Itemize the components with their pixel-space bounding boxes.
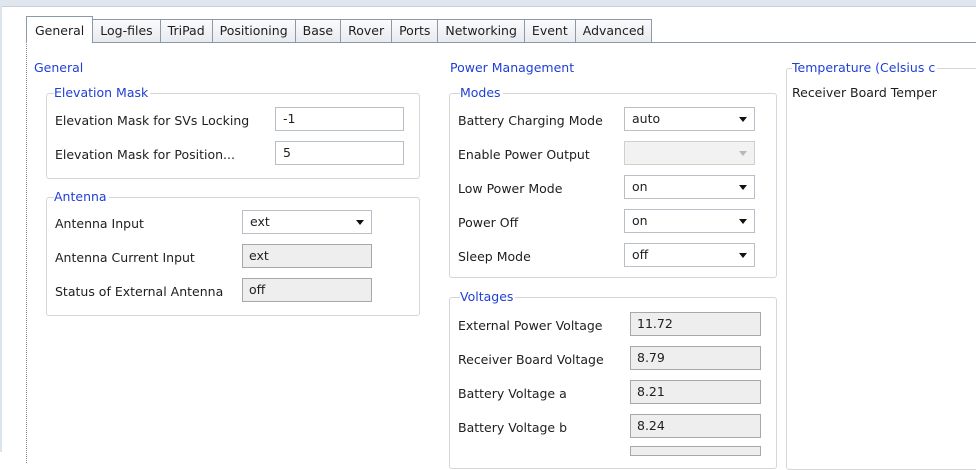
antenna-current-input-field: ext [242,244,372,268]
tab-networking[interactable]: Networking [438,19,525,43]
tab-bar: General Log-files TriPad Positioning Bas… [26,16,653,43]
chevron-down-icon [739,185,747,190]
tab-tripad[interactable]: TriPad [160,19,213,43]
battery-charging-mode-label: Battery Charging Mode [458,113,603,128]
tab-general[interactable]: General [26,16,94,43]
chevron-down-icon [739,253,747,258]
tab-event[interactable]: Event [524,19,576,43]
chevron-down-icon [739,151,747,156]
battery-voltage-b-field: 8.24 [630,414,761,438]
tab-log-files[interactable]: Log-files [93,19,161,43]
external-antenna-status-field: off [242,278,372,302]
external-antenna-status-label: Status of External Antenna [55,284,224,299]
antenna-input-select[interactable]: ext [242,210,372,234]
elevation-mask-svs-locking-label: Elevation Mask for SVs Locking [55,113,250,128]
battery-voltage-a-label: Battery Voltage a [458,386,567,401]
temperature-group [786,68,976,470]
antenna-input-value: ext [250,214,270,229]
receiver-board-voltage-field: 8.79 [630,346,761,370]
antenna-current-input-label: Antenna Current Input [55,250,195,265]
next-voltage-field [630,446,761,456]
power-off-value: on [632,213,648,228]
elevation-mask-group [46,93,420,179]
tab-ports[interactable]: Ports [392,19,439,43]
elevation-mask-title: Elevation Mask [54,85,151,100]
window-left-border [0,6,2,452]
power-off-select[interactable]: on [624,209,755,233]
modes-title: Modes [460,85,503,100]
chevron-down-icon [739,219,747,224]
elevation-mask-position-label: Elevation Mask for Position... [55,147,235,162]
tab-rover[interactable]: Rover [341,19,393,43]
tab-base[interactable]: Base [295,19,342,43]
antenna-input-label: Antenna Input [55,216,144,231]
battery-voltage-a-field: 8.21 [630,380,761,404]
sleep-mode-label: Sleep Mode [458,249,531,264]
enable-power-output-label: Enable Power Output [458,147,590,162]
window-top-border [0,0,976,7]
battery-charging-mode-select[interactable]: auto [624,107,755,131]
general-group-title: General [34,60,86,75]
tab-advanced[interactable]: Advanced [575,19,653,43]
elevation-mask-position-input[interactable]: 5 [275,141,404,165]
low-power-mode-label: Low Power Mode [458,181,563,196]
antenna-title: Antenna [54,189,109,204]
temperature-title: Temperature (Celsius c [792,60,938,75]
external-power-voltage-label: External Power Voltage [458,318,603,333]
tab-positioning[interactable]: Positioning [212,19,296,43]
voltages-title: Voltages [460,289,516,304]
receiver-board-voltage-label: Receiver Board Voltage [458,352,604,367]
receiver-board-temperature-label: Receiver Board Temper [792,85,937,100]
battery-charging-mode-value: auto [632,111,661,126]
low-power-mode-value: on [632,179,648,194]
battery-voltage-b-label: Battery Voltage b [458,420,568,435]
sleep-mode-value: off [632,247,649,262]
chevron-down-icon [739,117,747,122]
elevation-mask-svs-locking-input[interactable]: -1 [275,107,404,131]
power-off-label: Power Off [458,215,519,230]
sleep-mode-select[interactable]: off [624,243,755,267]
chevron-down-icon [356,220,364,225]
low-power-mode-select[interactable]: on [624,175,755,199]
enable-power-output-select[interactable] [624,141,755,165]
external-power-voltage-field: 11.72 [630,312,761,336]
power-management-title: Power Management [450,60,577,75]
